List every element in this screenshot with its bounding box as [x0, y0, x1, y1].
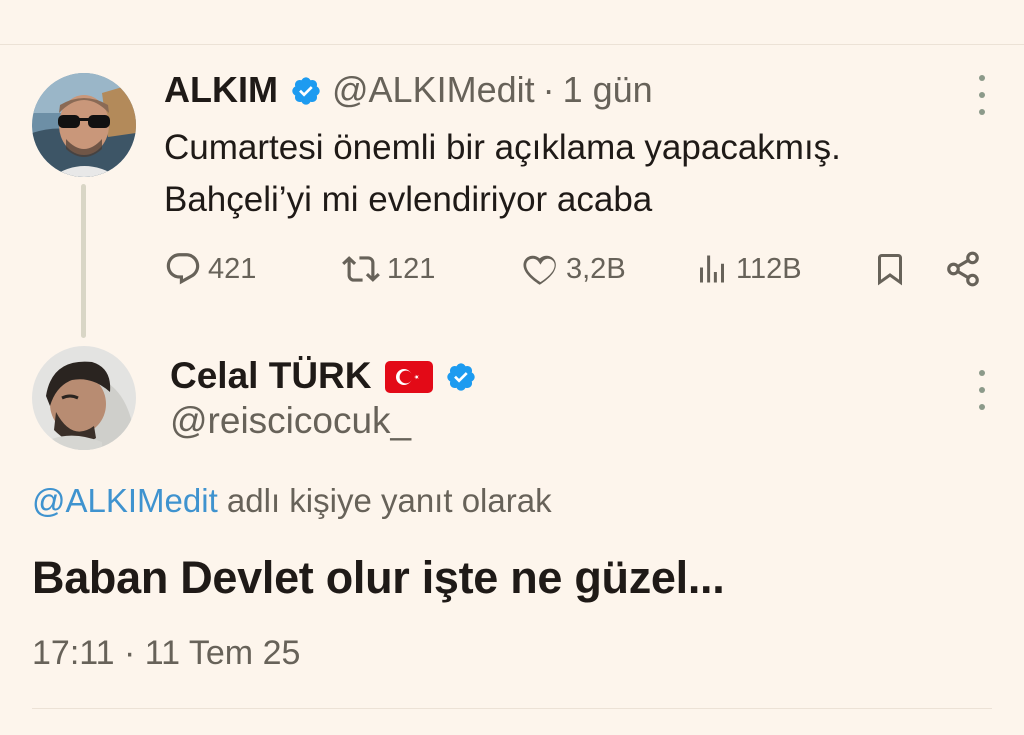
views-icon	[694, 250, 736, 288]
parent-tweet-text: Cumartesi önemli bir açıklama yapacakmış…	[164, 122, 964, 226]
avatar-celal[interactable]	[32, 346, 136, 450]
bottom-divider	[32, 708, 992, 709]
retweet-count: 121	[387, 252, 436, 285]
reply-count: 421	[208, 252, 257, 285]
tweet-time[interactable]: 1 gün	[563, 69, 653, 111]
verified-badge-icon	[445, 360, 477, 392]
reply-icon	[164, 250, 208, 288]
thread-line	[81, 184, 86, 338]
share-button[interactable]	[944, 246, 988, 292]
reply-to-label: adlı kişiye yanıt olarak	[217, 482, 552, 519]
retweet-button[interactable]: 121	[341, 246, 435, 292]
author-name[interactable]: Celal TÜRK	[170, 355, 371, 397]
like-count: 3,2B	[566, 252, 626, 285]
like-button[interactable]: 3,2B	[522, 246, 626, 292]
verified-badge-icon	[290, 74, 322, 106]
separator-dot: ·	[542, 69, 555, 110]
reply-to-mention-link[interactable]: @ALKIMedit	[32, 482, 218, 519]
tweet-actions: 421 121 3,2B 112B	[164, 246, 984, 292]
bookmark-button[interactable]	[872, 246, 914, 292]
top-divider	[0, 44, 1024, 45]
share-icon	[944, 250, 988, 288]
tweet-text-line: Bahçeli’yi mi evlendiriyor acaba	[164, 180, 653, 219]
parent-tweet-header: ALKIM @ALKIMedit · 1 gün	[164, 66, 653, 114]
tweet-timestamp[interactable]: 17:11 · 11 Tem 25	[32, 634, 300, 673]
reply-button[interactable]: 421	[164, 246, 256, 292]
tweet-text-line: Cumartesi önemli bir açıklama yapacakmış…	[164, 128, 841, 167]
views-button[interactable]: 112B	[694, 246, 802, 292]
bookmark-icon	[872, 249, 914, 289]
more-icon[interactable]	[976, 75, 988, 115]
retweet-icon	[341, 250, 387, 288]
reply-tweet-text: Baban Devlet olur işte ne güzel...	[32, 552, 725, 603]
reply-tweet-header: Celal TÜRK	[170, 352, 487, 400]
views-count: 112B	[736, 252, 802, 285]
turkey-flag-icon	[385, 360, 434, 393]
author-name[interactable]: ALKIM	[164, 69, 278, 111]
more-icon[interactable]	[976, 370, 988, 410]
author-handle[interactable]: @ALKIMedit	[332, 69, 535, 111]
like-icon	[522, 250, 566, 288]
reply-context: @ALKIMedit adlı kişiye yanıt olarak	[32, 482, 552, 520]
author-handle[interactable]: @reiscicocuk_	[170, 400, 411, 442]
avatar-alkim[interactable]	[32, 73, 136, 177]
